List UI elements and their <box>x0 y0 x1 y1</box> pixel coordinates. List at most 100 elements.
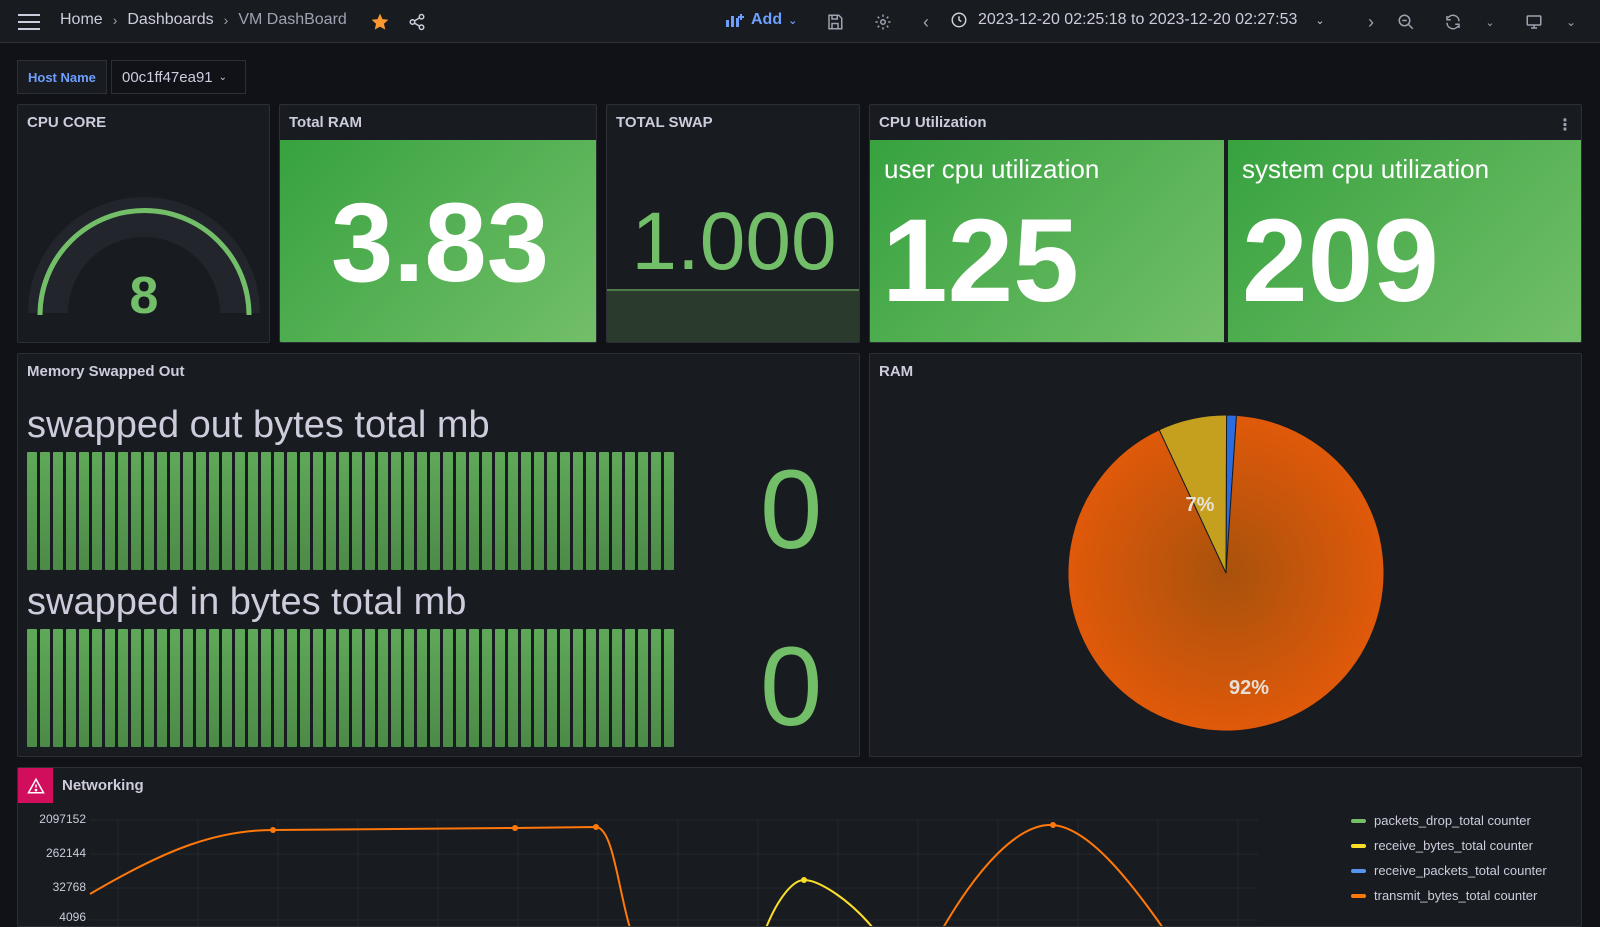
bar-cell <box>339 629 349 747</box>
swapped-out-bar-gauge <box>27 452 678 570</box>
panel-menu-icon[interactable]: ⋮ <box>1557 115 1573 135</box>
legend-label: transmit_bytes_total counter <box>1374 888 1538 903</box>
gear-icon[interactable] <box>871 10 895 34</box>
bar-cell <box>235 452 245 570</box>
swapped-out-label: swapped out bytes total mb <box>27 404 490 446</box>
bar-cell <box>66 629 76 747</box>
save-icon[interactable] <box>823 10 847 34</box>
bar-cell <box>235 629 245 747</box>
chevron-down-icon: ⌄ <box>1315 14 1325 27</box>
bar-cell <box>391 452 401 570</box>
bar-cell <box>339 452 349 570</box>
bar-cell <box>300 629 310 747</box>
gauge-value: 8 <box>130 267 159 325</box>
user-cpu-value: 125 <box>882 195 1079 327</box>
bar-cell <box>27 452 37 570</box>
time-back-icon[interactable]: ‹ <box>914 10 938 34</box>
data-point <box>512 825 518 831</box>
user-cpu-label: user cpu utilization <box>884 154 1100 184</box>
legend-item[interactable]: packets_drop_total counter <box>1351 808 1547 833</box>
system-cpu-stat: system cpu utilization 209 <box>1228 140 1581 342</box>
cpu-utilization-panel[interactable]: CPU Utilization ⋮ user cpu utilization 1… <box>869 104 1582 343</box>
add-panel-icon <box>726 14 744 27</box>
breadcrumb: Home › Dashboards › VM DashBoard <box>60 11 347 29</box>
bar-cell <box>118 452 128 570</box>
legend-swatch <box>1351 818 1366 823</box>
legend-item[interactable]: receive_packets_total counter <box>1351 858 1547 883</box>
bar-cell <box>560 629 570 747</box>
refresh-icon[interactable] <box>1441 10 1465 34</box>
panel-title: Memory Swapped Out <box>27 363 185 380</box>
bar-cell <box>599 629 609 747</box>
bar-cell <box>638 629 648 747</box>
star-icon[interactable] <box>368 10 392 34</box>
bar-cell <box>27 629 37 747</box>
legend-item[interactable]: transmit_bytes_total counter <box>1351 883 1547 908</box>
host-name-select[interactable]: 00c1ff47ea91 ⌄ <box>111 60 246 94</box>
bar-cell <box>131 452 141 570</box>
bar-cell <box>66 452 76 570</box>
bar-cell <box>586 452 596 570</box>
view-mode-chevron-icon[interactable]: ⌄ <box>1559 10 1583 34</box>
bar-cell <box>105 629 115 747</box>
ram-panel[interactable]: RAM 92% 7% <box>869 353 1582 757</box>
bar-cell <box>196 452 206 570</box>
zoom-out-icon[interactable] <box>1394 10 1418 34</box>
bar-cell <box>430 629 440 747</box>
bar-cell <box>196 629 206 747</box>
bar-cell <box>261 452 271 570</box>
memory-swapped-out-panel[interactable]: Memory Swapped Out swapped out bytes tot… <box>17 353 860 757</box>
bar-cell <box>612 629 622 747</box>
sparkline-area <box>607 289 859 342</box>
host-name-value: 00c1ff47ea91 <box>122 68 213 86</box>
bar-cell <box>482 629 492 747</box>
legend-swatch <box>1351 893 1366 898</box>
add-button[interactable]: Add ⌄ <box>725 11 797 29</box>
pie-label-92: 92% <box>1229 677 1269 699</box>
cpu-core-panel[interactable]: CPU CORE 8 <box>17 104 270 343</box>
add-button-label: Add <box>751 11 783 28</box>
bar-cell <box>391 629 401 747</box>
tv-mode-icon[interactable] <box>1522 10 1546 34</box>
bar-cell <box>313 452 323 570</box>
bar-cell <box>222 452 232 570</box>
networking-panel[interactable]: Networking 2097152 262144 32768 4096 pac… <box>17 767 1582 927</box>
breadcrumb-current: VM DashBoard <box>238 11 347 28</box>
swapped-out-value: 0 <box>760 447 823 572</box>
cpu-core-gauge: 8 <box>28 197 260 325</box>
networking-legend: packets_drop_total counter receive_bytes… <box>1351 808 1547 908</box>
bar-cell <box>79 452 89 570</box>
refresh-interval-chevron-icon[interactable]: ⌄ <box>1478 10 1502 34</box>
bar-cell <box>469 452 479 570</box>
top-navigation-bar: Home › Dashboards › VM DashBoard Add ⌄ ‹… <box>0 0 1600 43</box>
time-range-picker[interactable]: 2023-12-20 02:25:18 to 2023-12-20 02:27:… <box>950 11 1325 29</box>
user-cpu-stat: user cpu utilization 125 <box>870 140 1224 342</box>
system-cpu-value: 209 <box>1242 195 1439 327</box>
data-point <box>593 824 599 830</box>
breadcrumb-dashboards[interactable]: Dashboards <box>127 11 213 29</box>
menu-icon[interactable] <box>17 10 41 34</box>
legend-item[interactable]: receive_bytes_total counter <box>1351 833 1547 858</box>
bar-cell <box>209 452 219 570</box>
bar-cell <box>53 452 63 570</box>
chevron-right-icon: › <box>112 12 118 28</box>
total-swap-panel[interactable]: TOTAL SWAP 1.000 <box>606 104 860 343</box>
bar-cell <box>456 452 466 570</box>
bar-cell <box>170 452 180 570</box>
total-ram-panel[interactable]: Total RAM 3.83 <box>279 104 597 343</box>
time-forward-icon[interactable]: › <box>1359 10 1383 34</box>
bar-cell <box>170 629 180 747</box>
bar-cell <box>222 629 232 747</box>
bar-cell <box>534 452 544 570</box>
bar-cell <box>144 452 154 570</box>
bar-cell <box>131 629 141 747</box>
chevron-right-icon: › <box>223 12 229 28</box>
bar-cell <box>144 629 154 747</box>
bar-cell <box>599 452 609 570</box>
share-icon[interactable] <box>405 10 429 34</box>
bar-cell <box>248 629 258 747</box>
breadcrumb-home[interactable]: Home <box>60 11 103 29</box>
panel-title: CPU Utilization <box>879 114 987 131</box>
bar-cell <box>378 452 388 570</box>
pie-label-7: 7% <box>1186 494 1215 516</box>
